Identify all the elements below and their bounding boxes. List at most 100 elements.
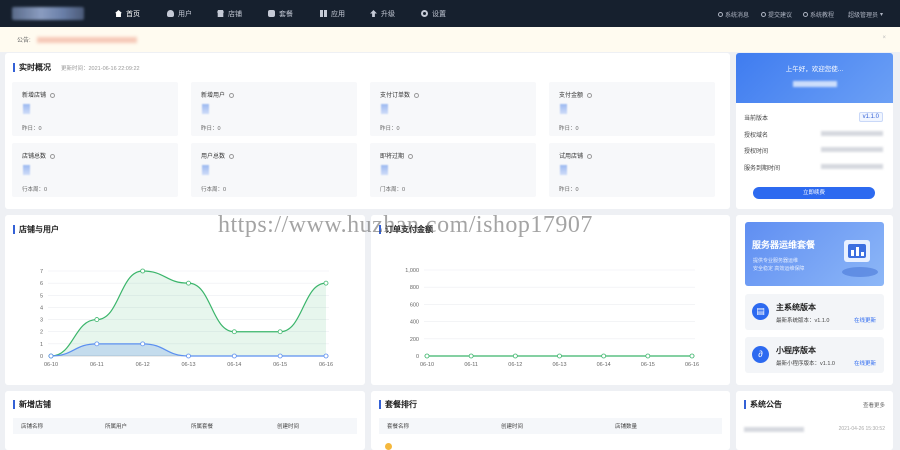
- order-chart-card: 订单支付金额 0 200 400 600 800 1,000 06-10 06-11 06-12…: [371, 215, 730, 385]
- y-tick-label: 200: [410, 337, 419, 343]
- version-title: 主系统版本: [776, 303, 816, 312]
- view-more-link[interactable]: 查看更多: [863, 401, 885, 409]
- home-icon: [115, 10, 122, 17]
- package-rank-card: 套餐排行 套餐名称 创建时间 店铺数量: [371, 391, 730, 450]
- nav-home[interactable]: 首页: [101, 0, 154, 27]
- stat-label: 支付金额: [559, 90, 593, 99]
- y-tick-label: 0: [40, 354, 43, 360]
- stat-sub: 行本周：0: [22, 187, 48, 193]
- data-point: [468, 353, 474, 359]
- column-header: 所属用户: [105, 424, 128, 430]
- column-header: 店铺数量: [615, 424, 638, 430]
- stat-label-text: 试用店铺: [559, 154, 584, 160]
- help-icon[interactable]: [587, 92, 593, 98]
- update-link[interactable]: 在线更新: [854, 359, 876, 367]
- stat-value: [202, 165, 209, 175]
- nav-settings[interactable]: 设置: [421, 7, 446, 20]
- data-point: [601, 353, 607, 359]
- stat-label-text: 新增用户: [201, 93, 226, 99]
- help-icon[interactable]: [587, 153, 593, 159]
- nav-shops[interactable]: 店铺: [217, 7, 242, 20]
- x-tick-label: 06-16: [319, 362, 333, 368]
- x-tick-label: 06-15: [273, 362, 287, 368]
- card-title: 系统公告: [744, 400, 782, 409]
- help-icon[interactable]: [229, 153, 235, 159]
- stat-label: 支付订单数: [380, 90, 420, 99]
- stat-label-text: 用户总数: [201, 154, 226, 160]
- user-icon: [167, 10, 174, 17]
- help-icon[interactable]: [414, 92, 420, 98]
- stat-label-text: 支付订单数: [380, 93, 411, 99]
- stat-tile: 试用店铺昨日：0: [549, 143, 715, 197]
- table-header: 店铺名称 所属用户 所属套餐 创建时间: [13, 418, 357, 434]
- x-tick-label: 06-10: [44, 362, 58, 368]
- data-point: [94, 341, 100, 347]
- info-value: [821, 164, 883, 169]
- x-tick-label: 06-15: [641, 362, 655, 368]
- new-shops-card: 新增店铺 店铺名称 所属用户 所属套餐 创建时间: [5, 391, 365, 450]
- update-link[interactable]: 在线更新: [854, 316, 876, 324]
- link-label: 系统消息: [725, 13, 750, 19]
- nav-apps[interactable]: 应用: [320, 7, 345, 20]
- renew-button[interactable]: 立即续费: [753, 187, 875, 199]
- help-icon[interactable]: [50, 153, 56, 159]
- stat-tile: 用户总数 行本周：0: [191, 143, 357, 197]
- help-icon[interactable]: [50, 92, 56, 98]
- stat-value: [23, 165, 30, 175]
- announcement-date: 2021-04-26 15:30:52: [838, 426, 885, 432]
- y-tick-label: 3: [40, 318, 43, 324]
- stat-sub: 昨日：0: [201, 126, 221, 132]
- overview-card: 实时概况 更新时间：2021-06-16 22:09:22 新增店铺 昨日：0 新增…: [5, 53, 730, 209]
- data-point: [277, 329, 283, 335]
- close-icon[interactable]: ×: [882, 35, 886, 41]
- x-tick-label: 06-10: [420, 362, 434, 368]
- stat-label: 店铺总数: [22, 151, 56, 160]
- stat-sub: 昨日：0: [559, 126, 579, 132]
- x-tick-label: 06-14: [227, 362, 241, 368]
- column-header: 所属套餐: [191, 424, 214, 430]
- info-label: 授权域名: [744, 133, 769, 139]
- tutorial-link[interactable]: 系统教程: [803, 10, 834, 19]
- info-label: 授权时间: [744, 149, 769, 155]
- data-point: [512, 353, 518, 359]
- data-point: [689, 353, 695, 359]
- stat-label: 新增用户: [201, 90, 235, 99]
- nav-packages[interactable]: 套餐: [268, 7, 293, 20]
- stat-sub: 昨日：0: [559, 187, 579, 193]
- x-tick-label: 06-11: [90, 362, 104, 368]
- data-point: [645, 353, 651, 359]
- data-point: [231, 353, 237, 359]
- stat-tile: 新增用户昨日：0: [191, 82, 357, 136]
- admin-menu[interactable]: 超级管理员 ▾: [848, 10, 883, 19]
- rank-medal-icon: [385, 443, 392, 450]
- version-sub: 最新系统版本：v1.1.0: [776, 318, 830, 324]
- y-tick-label: 600: [410, 302, 419, 308]
- help-icon[interactable]: [408, 153, 414, 159]
- version-title: 小程序版本: [776, 346, 816, 355]
- version-sub: 最新小程序版本：v1.1.0: [776, 361, 835, 367]
- notice-content[interactable]: [36, 36, 137, 43]
- stat-label: 新增店铺: [22, 90, 56, 99]
- data-point: [140, 268, 146, 274]
- upgrade-icon: [370, 10, 377, 17]
- miniprogram-version-box: ∂ 小程序版本 最新小程序版本：v1.1.0 在线更新: [745, 337, 884, 373]
- welcome-greeting: 上午好，欢迎您使...: [785, 66, 844, 73]
- feedback-link[interactable]: 提交建议: [761, 10, 792, 19]
- y-tick-label: 4: [40, 305, 43, 311]
- top-navbar: 首页 用户 店铺 套餐 应用 升级 设置 系统消息 提交建议 系统教程 超级管理…: [0, 0, 900, 27]
- stat-value: [560, 104, 567, 114]
- stat-label-text: 店铺总数: [22, 154, 47, 160]
- edit-icon: [761, 12, 766, 17]
- announcement-item[interactable]: [744, 427, 804, 432]
- nav-users[interactable]: 用户: [167, 7, 192, 20]
- y-tick-label: 5: [40, 293, 43, 299]
- nav-upgrade[interactable]: 升级: [370, 7, 395, 20]
- help-icon[interactable]: [229, 92, 235, 98]
- server-promo-banner[interactable]: 服务器运维套餐 提供专业服务器运维 安全稳定 高效运维保障: [745, 222, 884, 286]
- info-value: [821, 147, 883, 152]
- app-logo[interactable]: [12, 7, 84, 20]
- x-tick-label: 06-16: [685, 362, 699, 368]
- stat-value: [381, 165, 388, 175]
- welcome-header: 上午好，欢迎您使...: [736, 53, 893, 103]
- system-message-link[interactable]: 系统消息: [718, 10, 749, 19]
